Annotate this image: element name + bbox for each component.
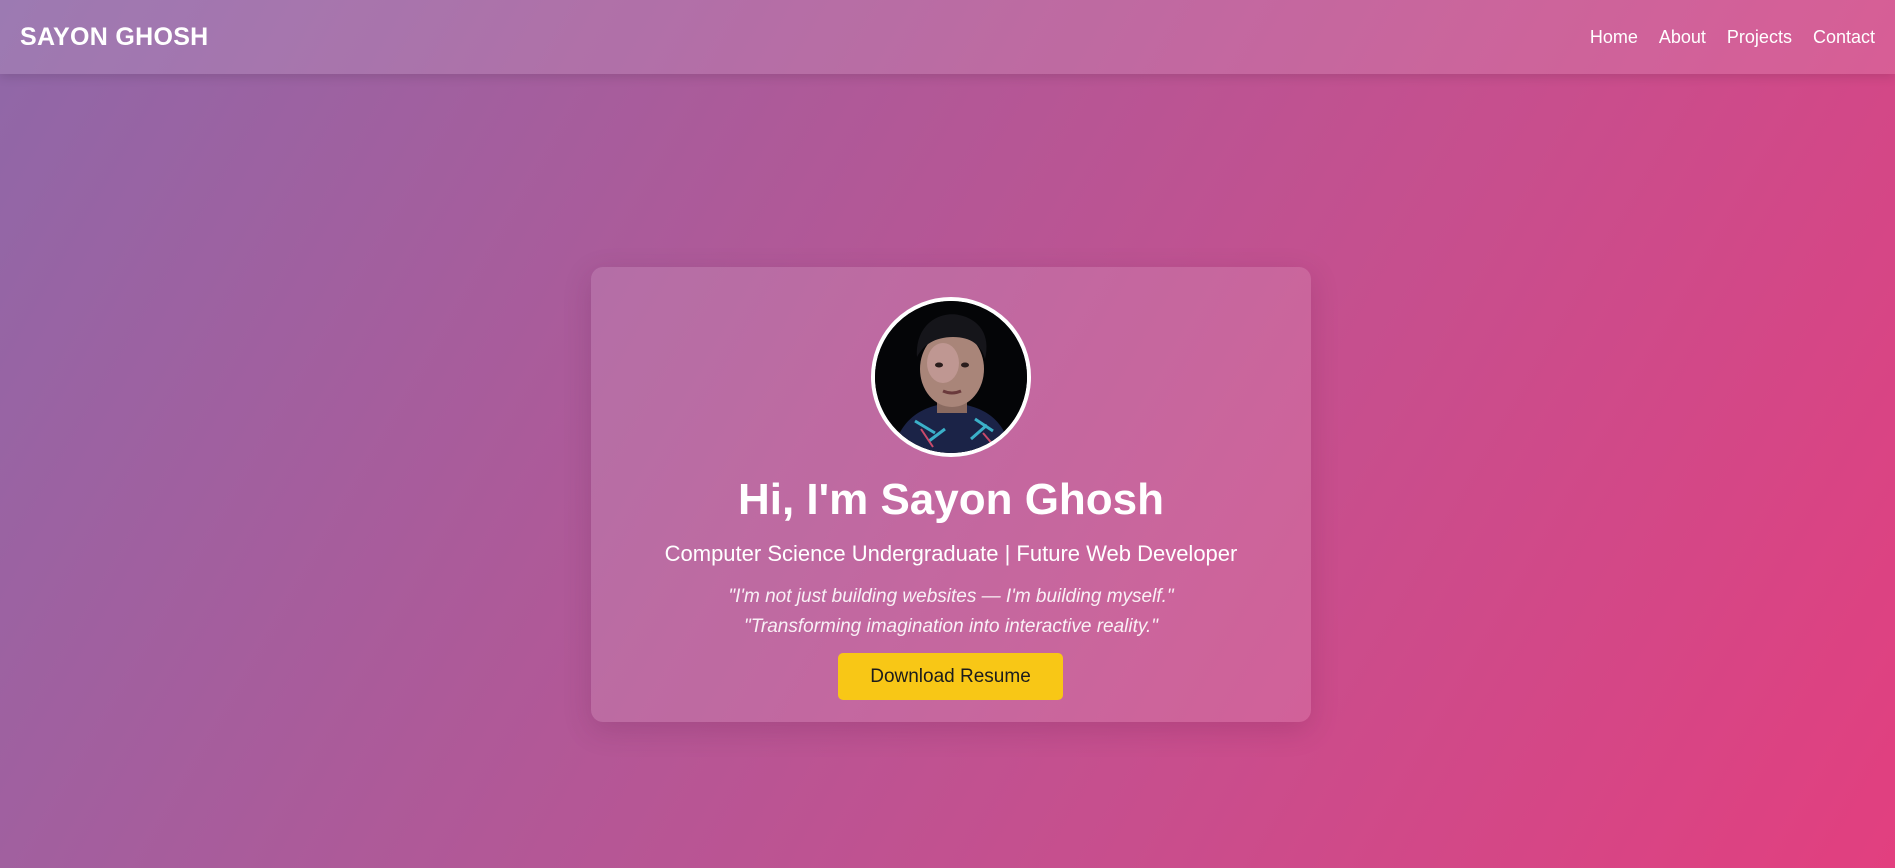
hero-quote-1: "I'm not just building websites — I'm bu…: [728, 586, 1174, 607]
nav-link-about[interactable]: About: [1659, 27, 1706, 48]
nav-link-contact[interactable]: Contact: [1813, 27, 1875, 48]
navbar: SAYON GHOSH Home About Projects Contact: [0, 0, 1895, 74]
brand-logo[interactable]: SAYON GHOSH: [20, 23, 209, 52]
hero-quote-2: "Transforming imagination into interacti…: [743, 616, 1159, 637]
hero-title: Hi, I'm Sayon Ghosh: [737, 475, 1165, 524]
hero-card: Hi, I'm Sayon Ghosh Computer Science Und…: [591, 267, 1311, 722]
download-resume-button[interactable]: Download Resume: [838, 653, 1063, 700]
nav-links: Home About Projects Contact: [1569, 27, 1875, 48]
nav-link-projects[interactable]: Projects: [1727, 27, 1792, 48]
nav-link-home[interactable]: Home: [1590, 27, 1638, 48]
profile-avatar: [871, 297, 1031, 457]
hero-subtitle: Computer Science Undergraduate | Future …: [664, 541, 1238, 566]
profile-photo-icon: [875, 301, 1027, 453]
